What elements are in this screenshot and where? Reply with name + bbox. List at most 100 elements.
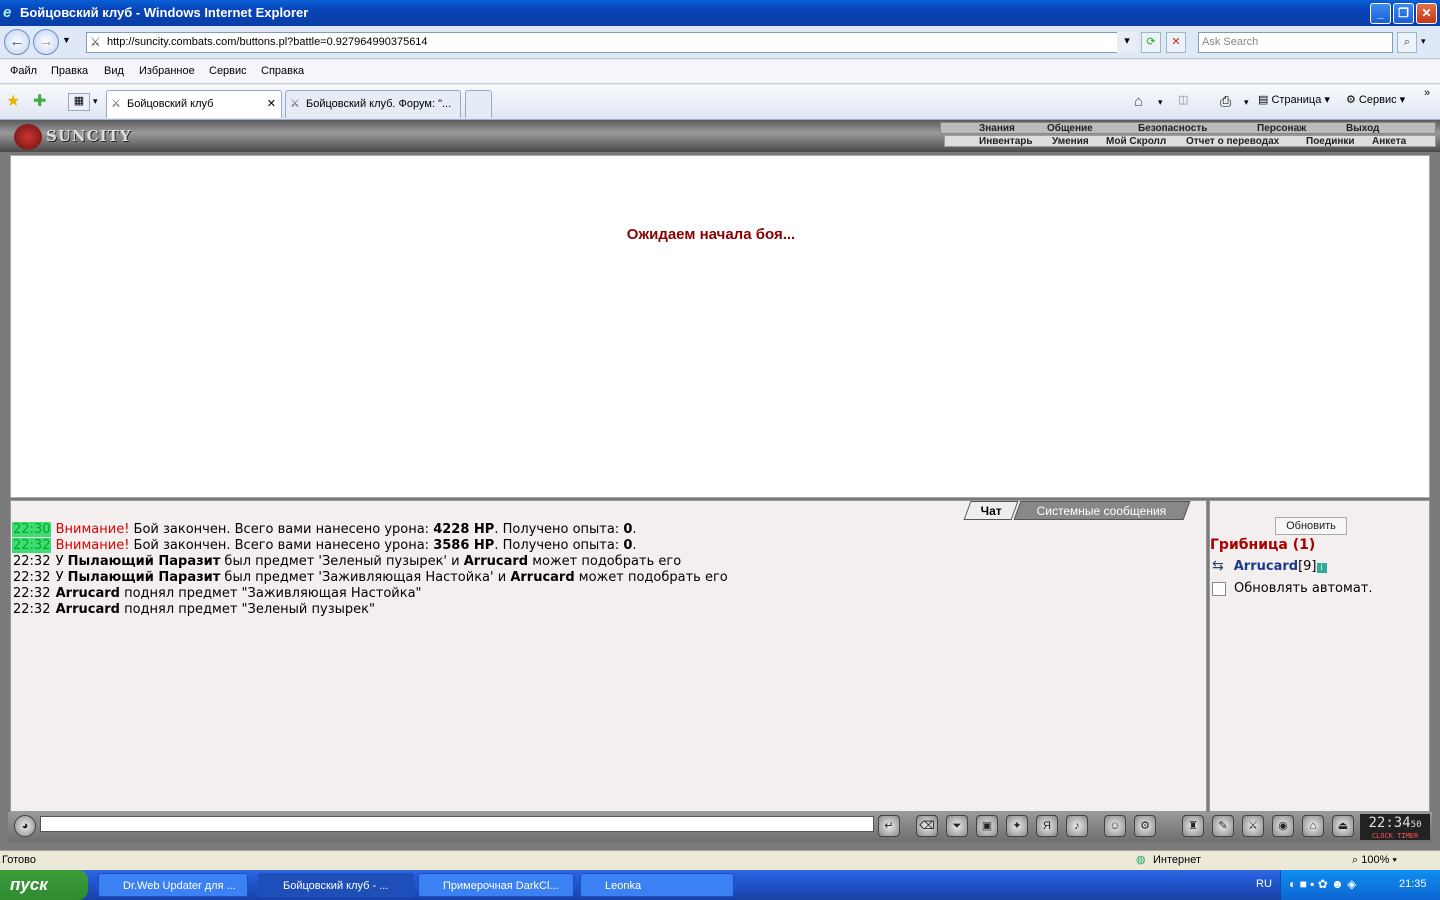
- chat-input[interactable]: [40, 816, 874, 832]
- exit-icon[interactable]: ⏏: [1332, 815, 1354, 837]
- window-title-bar[interactable]: e Бойцовский клуб - Windows Internet Exp…: [0, 0, 1440, 26]
- save-chat-icon[interactable]: ▣: [976, 815, 998, 837]
- chat-message: 22:32 Внимание! Бой закончен. Всего вами…: [11, 538, 1201, 554]
- task-firefox[interactable]: Примерочная DarkCl...: [418, 873, 574, 897]
- chevron-more-icon[interactable]: »: [1424, 87, 1430, 99]
- user-nick[interactable]: Arrucard: [1234, 559, 1298, 574]
- task-label: Примерочная DarkCl...: [443, 880, 559, 892]
- menu-bar: Файл Правка Вид Избранное Сервис Справка: [0, 60, 1440, 84]
- close-button[interactable]: ✕: [1416, 3, 1437, 24]
- refresh-icon[interactable]: ⟳: [1141, 32, 1161, 53]
- tab-label: Бойцовский клуб. Форум: "...: [306, 98, 452, 110]
- potion-icon[interactable]: ♜: [1182, 815, 1204, 837]
- message-time[interactable]: 22:32: [12, 538, 52, 553]
- language-indicator[interactable]: RU: [1256, 878, 1272, 890]
- feeds-icon[interactable]: ◫: [1178, 93, 1188, 106]
- close-tab-icon[interactable]: ✕: [267, 91, 276, 117]
- task-ie[interactable]: Бойцовский клуб - ...: [258, 873, 414, 897]
- page-menu[interactable]: ▤ Страница ▾: [1258, 93, 1330, 106]
- auto-refresh-label: Обновлять автомат.: [1234, 581, 1373, 596]
- filter-icon[interactable]: ⏷: [946, 815, 968, 837]
- zoom-level: 100%: [1361, 854, 1390, 866]
- page-favicon-icon: ⚔: [111, 98, 121, 110]
- tab-list-dropdown-icon[interactable]: ▾: [93, 96, 98, 107]
- private-message-icon[interactable]: ⇆: [1212, 558, 1224, 574]
- fighter-icon[interactable]: ✦: [1006, 815, 1028, 837]
- bag-icon[interactable]: ◉: [1272, 815, 1294, 837]
- search-icon[interactable]: ⌕: [1397, 32, 1417, 53]
- tools-menu[interactable]: ⚙ Сервис ▾: [1346, 93, 1405, 106]
- tab-system-messages[interactable]: Системные сообщения: [1013, 501, 1191, 520]
- message-warning: Внимание!: [55, 538, 134, 553]
- start-button[interactable]: пуск: [0, 870, 88, 900]
- home-icon[interactable]: ⌂: [1134, 93, 1143, 110]
- message-text: Бой закончен. Всего вами нанесено урона:: [133, 522, 434, 537]
- menu-knowledge[interactable]: Знания: [979, 123, 1015, 134]
- menu-edit[interactable]: Правка: [51, 65, 88, 77]
- tab-forum[interactable]: ⚔ Бойцовский клуб. Форум: "...: [285, 90, 461, 118]
- message-time[interactable]: 22:32: [12, 570, 51, 585]
- new-tab-button[interactable]: [465, 90, 492, 118]
- menu-skills[interactable]: Умения: [1052, 136, 1089, 147]
- tab-fightclub[interactable]: ⚔ Бойцовский клуб ✕: [106, 90, 282, 118]
- speaker-icon[interactable]: ◕: [14, 815, 36, 837]
- info-icon[interactable]: i: [1316, 563, 1327, 573]
- menu-exit[interactable]: Выход: [1346, 123, 1379, 134]
- eraser-icon[interactable]: ⌫: [916, 815, 938, 837]
- menu-profile[interactable]: Анкета: [1372, 136, 1406, 147]
- task-folder[interactable]: Leonka: [580, 873, 734, 897]
- address-input[interactable]: ⚔ http://suncity.combats.com/buttons.pl?…: [86, 32, 1134, 53]
- message-text: был предмет 'Зеленый пузырек' и: [220, 554, 464, 569]
- smiley-icon[interactable]: ☺: [1104, 815, 1126, 837]
- zoom-control[interactable]: ⌕ 100% ▾: [1352, 854, 1397, 867]
- message-emphasis: Arrucard: [55, 586, 120, 601]
- game-sub-menu: Инвентарь Умения Мой Скролл Отчет о пере…: [944, 135, 1436, 147]
- menu-my-scroll[interactable]: Мой Скролл: [1106, 136, 1166, 147]
- chat-settings-icon[interactable]: ⚙: [1134, 815, 1156, 837]
- menu-file[interactable]: Файл: [10, 65, 37, 77]
- minimize-button[interactable]: _: [1370, 3, 1391, 24]
- clock-time: 22:34: [1368, 815, 1411, 831]
- menu-transfer-report[interactable]: Отчет о переводах: [1186, 136, 1279, 147]
- add-favorite-icon[interactable]: ✚: [33, 91, 46, 111]
- forward-button[interactable]: →: [33, 29, 59, 55]
- back-button[interactable]: ←: [4, 29, 30, 55]
- auto-refresh-checkbox[interactable]: [1212, 581, 1226, 596]
- print-dropdown-icon[interactable]: ▾: [1244, 97, 1249, 108]
- stop-icon[interactable]: ✕: [1166, 32, 1186, 53]
- battle-icon[interactable]: ⚔: [1242, 815, 1264, 837]
- menu-view[interactable]: Вид: [104, 65, 124, 77]
- menu-inventory[interactable]: Инвентарь: [979, 136, 1033, 147]
- home-dropdown-icon[interactable]: ▾: [1158, 97, 1163, 108]
- send-icon[interactable]: ↵: [878, 815, 900, 837]
- menu-help[interactable]: Справка: [261, 65, 304, 77]
- address-dropdown-icon[interactable]: ▾: [1117, 32, 1137, 53]
- scroll-icon[interactable]: ✎: [1212, 815, 1234, 837]
- maximize-button[interactable]: ❐: [1393, 3, 1414, 24]
- menu-favorites[interactable]: Избранное: [139, 65, 195, 77]
- menu-communication[interactable]: Общение: [1047, 123, 1093, 134]
- sound-icon[interactable]: ♪: [1066, 815, 1088, 837]
- refresh-button[interactable]: Обновить: [1275, 517, 1347, 535]
- tab-chat[interactable]: Чат: [963, 501, 1019, 520]
- print-icon[interactable]: ⎙: [1220, 93, 1231, 110]
- task-drweb[interactable]: Dr.Web Updater для ...: [98, 873, 248, 897]
- favorites-star-icon[interactable]: ★: [6, 91, 20, 111]
- status-text: Готово: [2, 854, 36, 866]
- search-input[interactable]: Ask Search: [1198, 32, 1393, 53]
- quick-tabs-icon[interactable]: ▦: [68, 93, 90, 111]
- history-dropdown-icon[interactable]: ▼: [62, 35, 71, 45]
- message-time[interactable]: 22:32: [12, 554, 51, 569]
- message-time[interactable]: 22:32: [12, 586, 51, 601]
- message-text: .: [632, 538, 637, 553]
- message-time[interactable]: 22:32: [12, 602, 51, 617]
- menu-battles[interactable]: Поединки: [1306, 136, 1355, 147]
- search-options-icon[interactable]: ▾: [1421, 36, 1426, 47]
- translit-icon[interactable]: Я: [1036, 815, 1058, 837]
- menu-tools[interactable]: Сервис: [209, 65, 247, 77]
- message-time[interactable]: 22:30: [12, 522, 52, 537]
- tray-icons[interactable]: ◐ ■ ▪ ✿ ☻ ◈: [1289, 877, 1356, 891]
- menu-security[interactable]: Безопасность: [1138, 123, 1207, 134]
- menu-character[interactable]: Персонаж: [1257, 123, 1306, 134]
- lock-icon[interactable]: ⌂: [1302, 815, 1324, 837]
